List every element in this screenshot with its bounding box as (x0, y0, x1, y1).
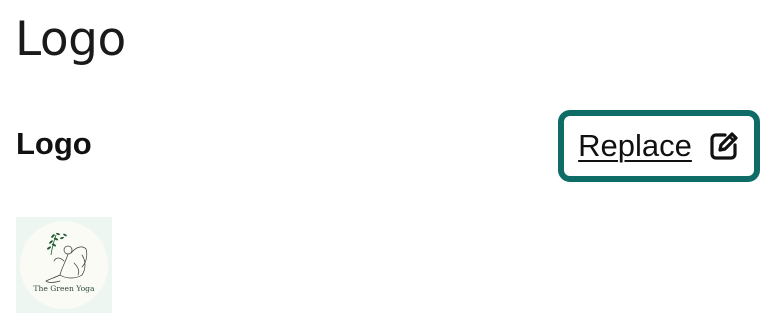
edit-icon (708, 130, 740, 162)
logo-brand-text: The Green Yoga (33, 284, 95, 293)
section-label: Logo (16, 126, 92, 161)
page-title: Logo (15, 12, 126, 67)
logo-section: Logo Replace (16, 110, 760, 182)
logo-image: The Green Yoga (16, 217, 112, 313)
replace-label: Replace (578, 128, 692, 163)
replace-button[interactable]: Replace (558, 110, 760, 182)
